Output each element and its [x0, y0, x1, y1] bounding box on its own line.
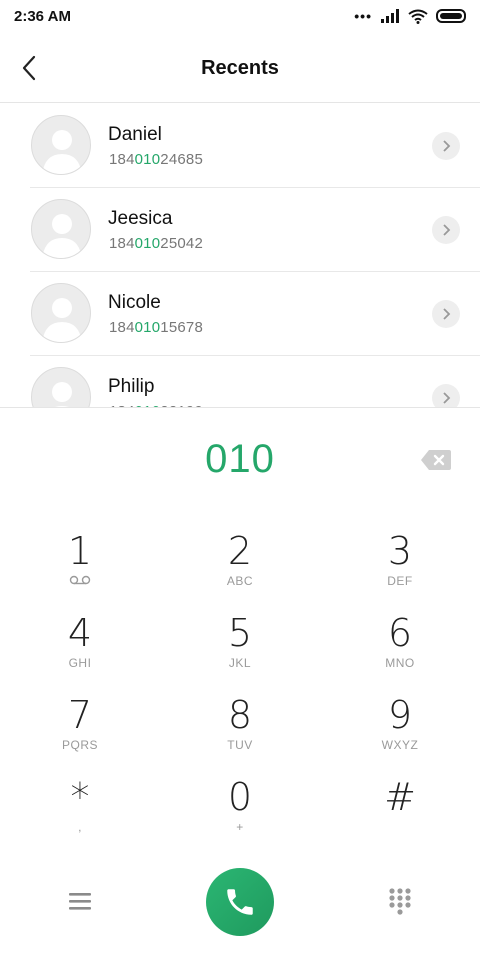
contact-name: Nicole: [108, 292, 161, 313]
key-digit: 4: [67, 611, 93, 655]
chevron-right-icon: [443, 392, 451, 404]
list-item[interactable]: Nicole 18401015678: [0, 271, 480, 355]
contact-number: 18401015678: [109, 319, 203, 336]
contact-name: Jeesica: [108, 208, 173, 229]
key-5[interactable]: 5 JKL: [180, 612, 300, 690]
person-icon: [42, 214, 82, 258]
page-title: Recents: [201, 57, 279, 79]
avatar: [31, 283, 91, 343]
menu-button[interactable]: [66, 888, 94, 914]
key-digit: #: [384, 775, 416, 819]
more-dots-icon: •••: [354, 8, 372, 24]
key-digit: 1: [67, 529, 93, 573]
avatar: [31, 199, 91, 259]
person-icon: [42, 130, 82, 174]
key-9[interactable]: 9 WXYZ: [340, 694, 460, 772]
key-letters: ABC: [226, 574, 254, 588]
person-icon: [42, 298, 82, 342]
chevron-right-icon: [443, 140, 451, 152]
key-letters: JKL: [228, 656, 252, 670]
battery-icon: [436, 9, 466, 23]
backspace-button[interactable]: [420, 448, 452, 472]
list-item[interactable]: Daniel 18401024685: [0, 103, 480, 187]
key-digit: 9: [387, 693, 413, 737]
contact-name: Philip: [108, 376, 155, 397]
avatar: [31, 367, 91, 407]
key-hash[interactable]: #: [340, 776, 460, 854]
call-button[interactable]: [206, 868, 274, 936]
key-letters: MNO: [385, 656, 415, 670]
chevron-right-icon: [443, 308, 451, 320]
app-header: Recents: [0, 34, 480, 103]
key-0[interactable]: 0 +: [180, 776, 300, 854]
key-digit: *: [70, 775, 90, 819]
key-letters: WXYZ: [381, 738, 419, 752]
key-letters: GHI: [68, 656, 92, 670]
status-time: 2:36 AM: [14, 8, 71, 25]
key-digit: 7: [67, 693, 93, 737]
signal-icon: [381, 9, 399, 23]
dialpad-toggle-button[interactable]: [386, 886, 414, 918]
key-digit: 5: [227, 611, 253, 655]
recents-list[interactable]: Daniel 18401024685 Jeesica 18401025042 N…: [0, 103, 480, 407]
contact-number: 18401025042: [109, 235, 203, 252]
key-digit: 6: [387, 611, 413, 655]
phone-icon: [227, 889, 253, 915]
key-digit: 2: [227, 529, 253, 573]
contact-details-button[interactable]: [432, 216, 460, 244]
key-letters: DEF: [387, 574, 413, 588]
key-6[interactable]: 6 MNO: [340, 612, 460, 690]
key-3[interactable]: 3 DEF: [340, 530, 460, 608]
key-8[interactable]: 8 TUV: [180, 694, 300, 772]
status-icons: •••: [354, 8, 466, 24]
chevron-right-icon: [443, 224, 451, 236]
list-item[interactable]: Jeesica 18401025042: [0, 187, 480, 271]
contact-details-button[interactable]: [432, 384, 460, 407]
key-4[interactable]: 4 GHI: [20, 612, 140, 690]
contact-details-button[interactable]: [432, 132, 460, 160]
wifi-icon: [408, 9, 428, 24]
key-letters: TUV: [227, 738, 253, 752]
key-star[interactable]: * ,: [20, 776, 140, 854]
key-digit: 3: [387, 529, 413, 573]
key-2[interactable]: 2 ABC: [180, 530, 300, 608]
contact-number: 18401024685: [109, 151, 203, 168]
dialed-number-display[interactable]: 010: [0, 437, 480, 482]
key-digit: 8: [227, 693, 253, 737]
key-letters: +: [236, 820, 244, 834]
key-7[interactable]: 7 PQRS: [20, 694, 140, 772]
voicemail-icon: [69, 575, 91, 585]
list-divider: [0, 407, 480, 408]
status-bar: 2:36 AM •••: [0, 0, 480, 34]
avatar: [31, 115, 91, 175]
key-digit: 0: [227, 775, 253, 819]
contact-details-button[interactable]: [432, 300, 460, 328]
key-letters: PQRS: [61, 738, 98, 752]
key-letters: ,: [78, 820, 82, 834]
contact-name: Daniel: [108, 124, 162, 145]
person-icon: [52, 382, 72, 407]
list-item[interactable]: Philip 18401022199: [0, 355, 480, 407]
key-1[interactable]: 1: [20, 530, 140, 608]
